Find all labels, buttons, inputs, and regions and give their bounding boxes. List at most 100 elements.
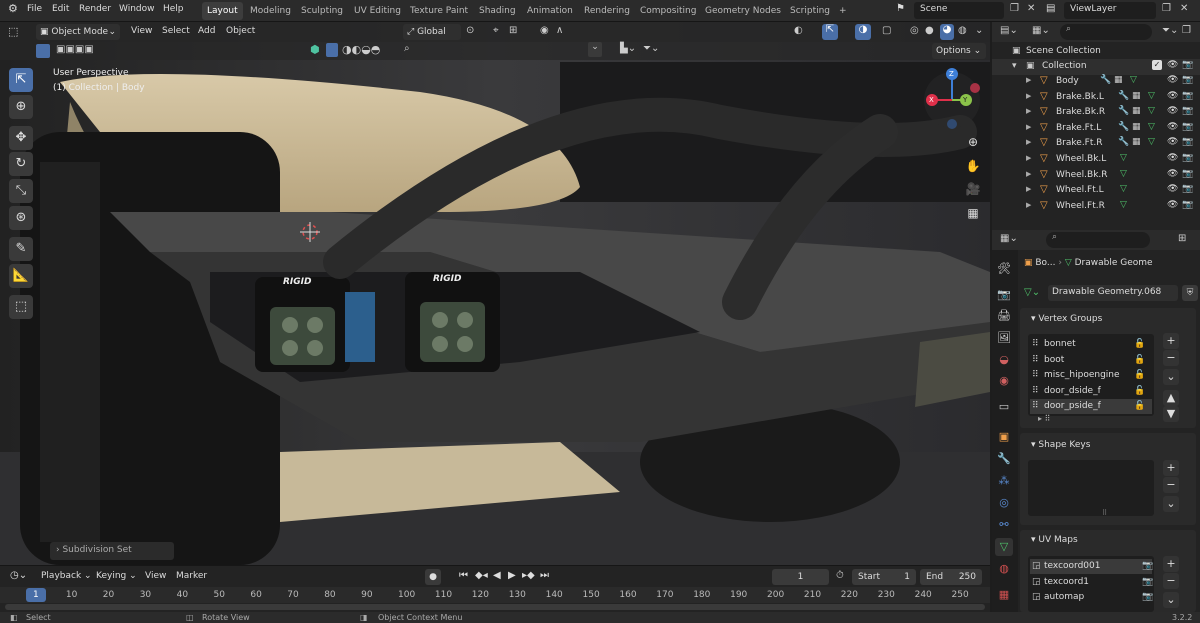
scene-tab[interactable]: ◒ xyxy=(995,351,1013,369)
gizmo-x-label[interactable]: X xyxy=(929,96,934,104)
filter-icon[interactable]: ⏷⌄ xyxy=(643,43,659,54)
modifier-icon[interactable]: 🔧 xyxy=(1100,75,1111,85)
material-slots-icon[interactable]: ▦ xyxy=(1132,122,1141,132)
proportional-edit-icon[interactable]: ◉ xyxy=(540,25,549,36)
next-keyframe-icon[interactable]: ▸◆ xyxy=(522,570,535,581)
menu-edit[interactable]: Edit xyxy=(52,4,69,14)
mesh-data-icon[interactable]: ▽ xyxy=(1130,75,1137,85)
move-tool-button[interactable]: ✥ xyxy=(9,126,33,150)
material-slots-icon[interactable]: ▦ xyxy=(1114,75,1123,85)
vertex-group-item[interactable]: ⠿ door_pside_f 🔓 xyxy=(1030,399,1152,415)
add-vertex-group-button[interactable]: + xyxy=(1163,333,1179,349)
pin-icon[interactable]: ⊞ xyxy=(1178,233,1186,244)
snap-target-icon[interactable]: ⊞ xyxy=(509,25,517,36)
camera-icon[interactable]: 📷 xyxy=(1182,60,1193,70)
eye-icon[interactable]: 👁 xyxy=(1167,137,1178,147)
delete-view-layer-icon[interactable]: ✕ xyxy=(1180,3,1188,14)
modifier-icon[interactable]: 🔧 xyxy=(1118,106,1129,116)
rendered-shading-icon[interactable]: ◍ xyxy=(958,25,967,36)
output-tab[interactable]: 🖨 xyxy=(995,307,1013,325)
rotate-tool-button[interactable]: ↻ xyxy=(9,152,33,176)
solid-shading-icon[interactable]: ● xyxy=(925,25,934,36)
mesh-data-icon[interactable]: ▽ xyxy=(1148,122,1155,132)
frame-end-field[interactable]: End 250 xyxy=(920,569,982,585)
data-tab[interactable]: ▽ xyxy=(995,538,1013,556)
tab-rendering[interactable]: Rendering xyxy=(579,2,635,20)
camera-icon[interactable]: 📷 xyxy=(1182,122,1193,132)
eye-icon[interactable]: 👁 xyxy=(1167,91,1178,101)
modifier-icon[interactable]: 🔧 xyxy=(1118,91,1129,101)
outliner-row-object[interactable]: ▶ ▽ Wheel.Ft.R ▽ 👁 📷 xyxy=(992,199,1200,215)
expand-arrow-icon[interactable]: ▶ xyxy=(1026,123,1031,131)
jump-start-icon[interactable]: ⏮ xyxy=(459,570,468,581)
outliner-search-input[interactable]: ⌕ xyxy=(1060,24,1152,40)
eye-icon[interactable]: 👁 xyxy=(1167,169,1178,179)
mesh-data-icon[interactable]: ▽ xyxy=(1120,153,1127,163)
tab-uv-editing[interactable]: UV Editing xyxy=(349,2,406,20)
camera-icon[interactable]: 📷 xyxy=(1182,75,1193,85)
new-view-layer-icon[interactable]: ❐ xyxy=(1162,3,1171,14)
vertex-groups-header[interactable]: ▾ Vertex Groups xyxy=(1021,311,1191,327)
uv-map-item[interactable]: ◲ texcoord1 📷 xyxy=(1030,575,1153,590)
breadcrumb-object[interactable]: Bo... xyxy=(1035,258,1055,268)
camera-icon[interactable]: 📷 xyxy=(1182,169,1193,179)
timeline-scrollbar[interactable] xyxy=(5,604,985,610)
uv-maps-header[interactable]: ▾ UV Maps xyxy=(1021,532,1191,548)
expand-arrow-icon[interactable]: ▶ xyxy=(1026,185,1031,193)
timeline-editor-icon[interactable]: ◷⌄ xyxy=(10,570,27,581)
menu-render[interactable]: Render xyxy=(79,4,111,14)
eye-icon[interactable]: 👁 xyxy=(1167,75,1178,85)
outliner-row-object[interactable]: ▶ ▽ Wheel.Bk.R ▽ 👁 📷 xyxy=(992,168,1200,184)
resize-handle-icon[interactable]: ⠿ xyxy=(1102,509,1107,517)
eye-icon[interactable]: 👁 xyxy=(1167,200,1178,210)
snap-icon[interactable]: ⌖ xyxy=(493,25,499,36)
outliner-row-object[interactable]: ▶ ▽ Brake.Bk.R 🔧 ▦ ▽ 👁 📷 xyxy=(992,105,1200,121)
expand-arrow-icon[interactable]: ▶ xyxy=(1026,170,1031,178)
tab-scripting[interactable]: Scripting xyxy=(785,2,835,20)
search-icon[interactable]: ⌕ xyxy=(404,43,410,54)
wireframe-shading-icon[interactable]: ◎ xyxy=(910,25,919,36)
properties-editor-icon[interactable]: ▦⌄ xyxy=(1000,233,1018,244)
physics-tab[interactable]: ◎ xyxy=(995,494,1013,512)
world-tab[interactable]: ◉ xyxy=(995,372,1013,390)
eye-icon[interactable]: 👁 xyxy=(1167,60,1178,70)
transform-orientation-dropdown[interactable]: ⤢ Global xyxy=(403,24,461,40)
render-camera-icon[interactable]: 📷 xyxy=(1142,575,1153,590)
lock-icon[interactable]: 🔓 xyxy=(1134,384,1145,399)
menu-object[interactable]: Object xyxy=(226,26,255,36)
uv-map-specials-button[interactable]: ⌄ xyxy=(1163,592,1179,608)
expand-arrow-icon[interactable]: ▶ xyxy=(1026,138,1031,146)
add-workspace-button[interactable]: + xyxy=(834,2,852,20)
transform-tool-button[interactable]: ⊛ xyxy=(9,206,33,230)
fake-user-icon[interactable]: ⛨ xyxy=(1182,285,1198,301)
new-scene-icon[interactable]: ❐ xyxy=(1010,3,1019,14)
lock-icon[interactable]: 🔓 xyxy=(1134,337,1145,352)
layout-icon[interactable]: ▙⌄ xyxy=(620,43,636,54)
render-camera-icon[interactable]: 📷 xyxy=(1142,559,1153,574)
vertex-group-item[interactable]: ⠿ door_dside_f 🔓 xyxy=(1030,384,1152,399)
mesh-data-icon[interactable]: ▽ xyxy=(1120,169,1127,179)
mesh-data-icon[interactable]: ▽ xyxy=(1148,137,1155,147)
xray-icon[interactable]: ▢ xyxy=(882,25,891,36)
last-operator-panel[interactable]: › Subdivision Set xyxy=(50,542,174,560)
remove-vertex-group-button[interactable]: − xyxy=(1163,350,1179,366)
remove-shape-key-button[interactable]: − xyxy=(1163,477,1179,493)
outliner-row-collection[interactable]: ▾ ▣ Collection ✓ 👁 📷 xyxy=(992,59,1200,75)
eye-icon[interactable]: 👁 xyxy=(1167,122,1178,132)
outliner-row-object[interactable]: ▶ ▽ Brake.Ft.L 🔧 ▦ ▽ 👁 📷 xyxy=(992,121,1200,137)
shape-key-specials-button[interactable]: ⌄ xyxy=(1163,496,1179,512)
mode-dropdown[interactable]: ▣ Object Mode ⌄ xyxy=(36,24,120,40)
outliner-row-object[interactable]: ▶ ▽ Wheel.Bk.L ▽ 👁 📷 xyxy=(992,152,1200,168)
view-layer-icon[interactable]: ▤ xyxy=(1046,3,1055,14)
collection-tab[interactable]: ▭ xyxy=(995,398,1013,416)
material-tab[interactable]: ◍ xyxy=(995,560,1013,578)
camera-icon[interactable]: 📷 xyxy=(1182,200,1193,210)
tab-layout[interactable]: Layout xyxy=(202,2,243,20)
expand-arrow-icon[interactable]: ▶ xyxy=(1026,154,1031,162)
mesh-browse-icon[interactable]: ▽⌄ xyxy=(1024,287,1040,298)
filter-mesh-icon[interactable] xyxy=(326,43,338,57)
prev-keyframe-icon[interactable]: ◆◂ xyxy=(475,570,488,581)
material-shading-icon[interactable]: ◕ xyxy=(940,24,954,40)
outliner-row-object[interactable]: ▶ ▽ Brake.Bk.L 🔧 ▦ ▽ 👁 📷 xyxy=(992,90,1200,106)
outliner-row-object[interactable]: ▶ ▽ Body 🔧 ▦ ▽ 👁 📷 xyxy=(992,74,1200,90)
